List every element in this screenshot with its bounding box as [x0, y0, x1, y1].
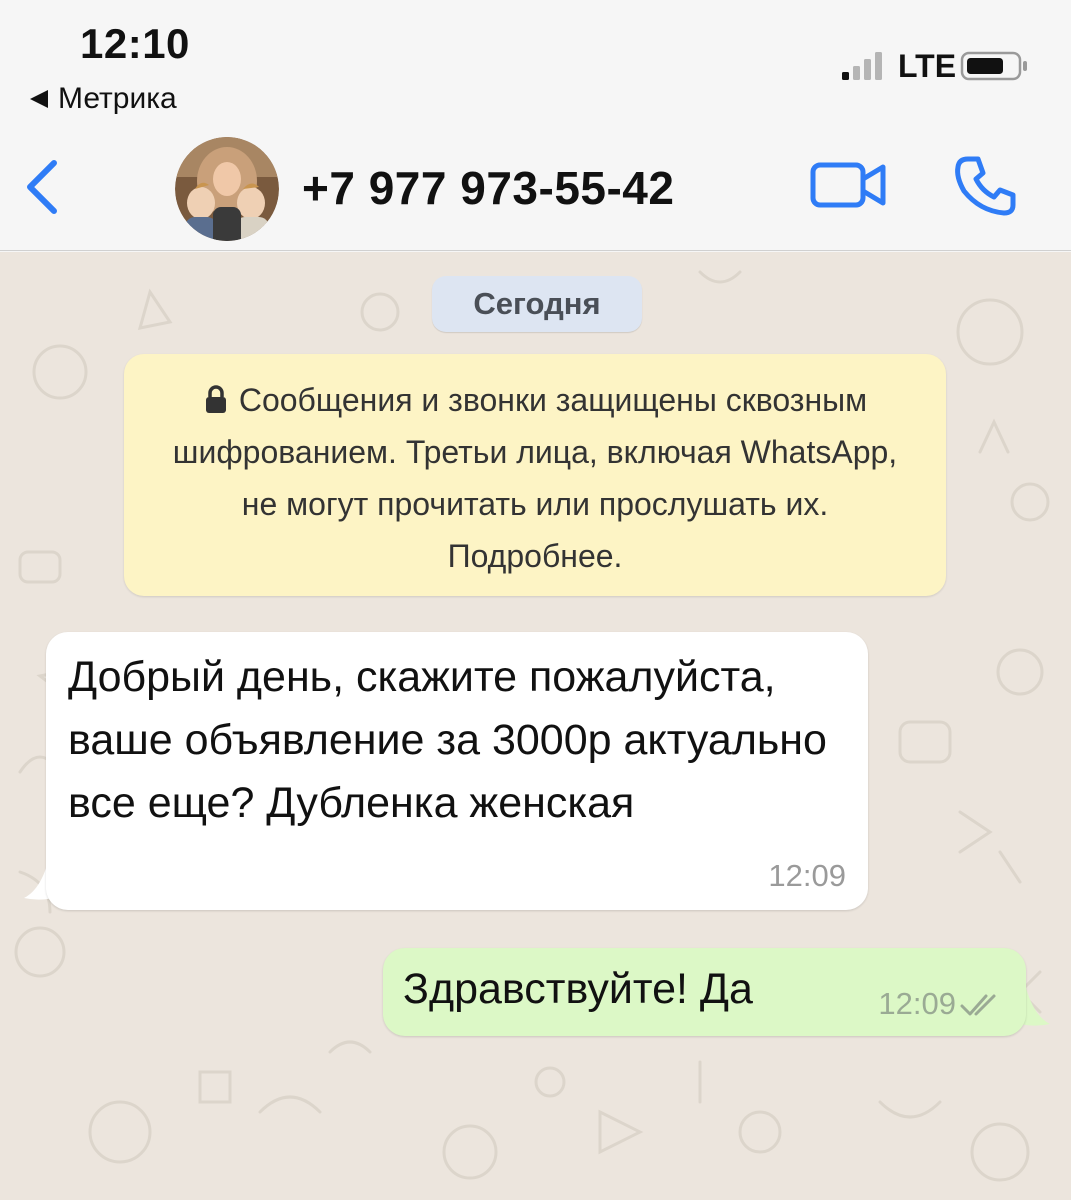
chat-header: +7 977 973-55-42 [0, 125, 1071, 251]
battery-icon [960, 51, 1027, 81]
back-chevron-icon[interactable] [20, 155, 64, 219]
status-time: 12:10 [80, 20, 190, 67]
message-text: Добрый день, скажите пожалуйста, ваше об… [68, 653, 827, 827]
encryption-notice-text: Сообщения и звонки защищены сквозным шиф… [172, 382, 898, 574]
video-call-icon[interactable] [808, 157, 888, 213]
encryption-notice[interactable]: Сообщения и звонки защищены сквозным шиф… [124, 354, 946, 596]
voice-call-icon[interactable] [950, 151, 1020, 221]
date-separator: Сегодня [432, 276, 642, 332]
back-app-label: Метрика [58, 82, 177, 115]
back-triangle-icon [30, 90, 48, 108]
outgoing-message[interactable]: Здравствуйте! Да 12:09 [383, 948, 1026, 1036]
contact-name[interactable]: +7 977 973-55-42 [302, 161, 674, 215]
back-to-app-link[interactable]: Метрика [30, 82, 177, 116]
read-receipt-icon [960, 994, 996, 1016]
lock-icon [205, 385, 226, 413]
message-time: 12:09 [878, 986, 956, 1021]
message-time: 12:09 [768, 858, 846, 893]
contact-avatar[interactable] [175, 137, 279, 241]
incoming-message[interactable]: Добрый день, скажите пожалуйста, ваше об… [46, 632, 868, 910]
signal-strength-icon [842, 52, 882, 80]
network-type: LTE [898, 48, 957, 84]
chat-area[interactable]: Сегодня Сообщения и звонки защищены скво… [0, 252, 1071, 1200]
status-bar: 12:10 Метрика LTE [0, 0, 1071, 125]
